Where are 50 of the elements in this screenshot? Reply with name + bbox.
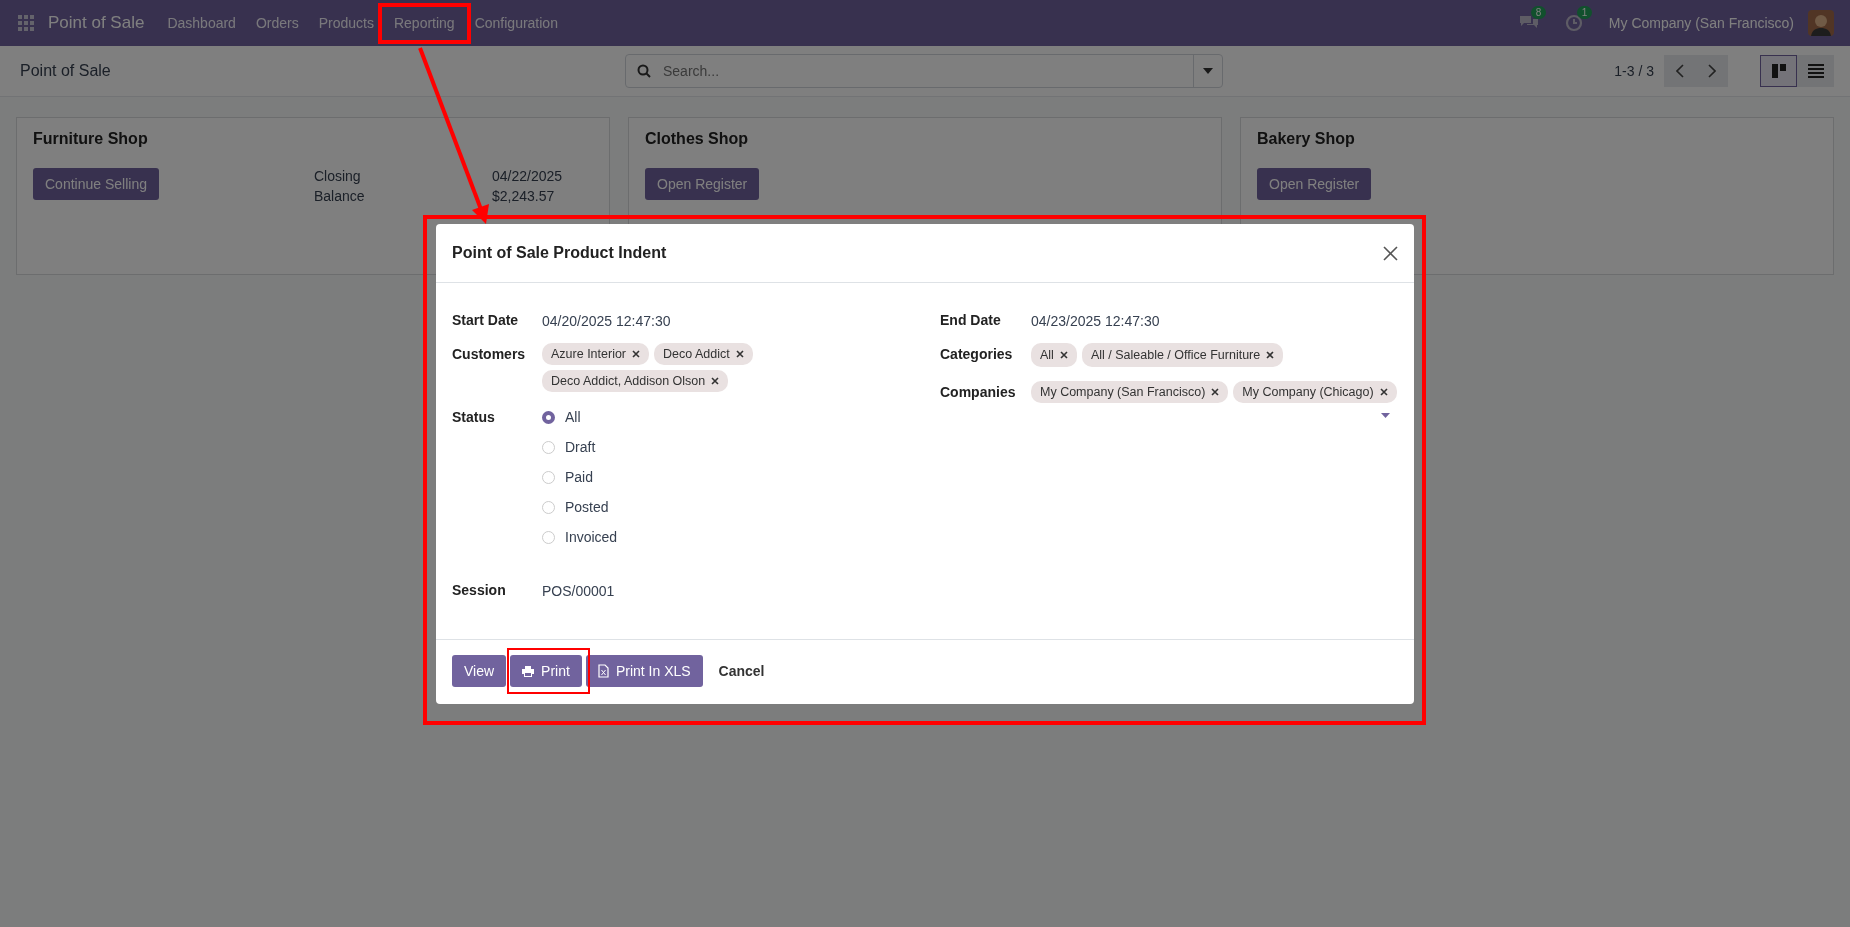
end-date-field[interactable]: 04/23/2025 12:47:30: [1031, 309, 1160, 329]
menu-item[interactable]: Reporting: [383, 15, 465, 31]
message-count-badge: 8: [1530, 6, 1547, 19]
shop-name: Bakery Shop: [1257, 130, 1356, 148]
shop-name: Furniture Shop: [33, 130, 149, 148]
menu-item[interactable]: Dashboard: [157, 15, 246, 31]
search-input[interactable]: Search...: [661, 62, 1193, 80]
category-tag: All / Saleable / Office Furniture: [1081, 343, 1284, 367]
radio-label: Paid: [565, 469, 594, 485]
shop-name: Clothes Shop: [645, 130, 750, 148]
pager-value: 1-3 / 3: [1614, 63, 1654, 79]
customer-tag: Azure Interior: [542, 343, 650, 365]
detail-value: 04/22/2025: [491, 168, 563, 184]
menu-item[interactable]: Orders: [245, 15, 309, 31]
print-button[interactable]: Print: [510, 655, 582, 687]
field-label: Customers: [452, 345, 527, 362]
field-label: Session: [452, 581, 507, 598]
company-switcher[interactable]: My Company (San Francisco): [1608, 15, 1794, 31]
breadcrumb-title: Point of Sale: [20, 62, 112, 80]
search-field[interactable]: Search...: [625, 54, 1223, 88]
radio-label: All: [565, 409, 581, 425]
dialog-title: Point of Sale Product Indent: [452, 244, 667, 262]
detail-value: $2,243.57: [491, 188, 555, 204]
field-label: Categories: [940, 345, 1014, 362]
field-label: Companies: [940, 383, 1017, 400]
view-button[interactable]: View: [452, 655, 507, 687]
activity-count-badge: 1: [1576, 6, 1593, 19]
start-date-field[interactable]: 04/20/2025 12:47:30: [542, 309, 671, 329]
app-title[interactable]: Point of Sale: [48, 13, 145, 33]
company-tag: My Company (Chicago): [1233, 381, 1397, 403]
customer-tag: Deco Addict: [654, 343, 753, 365]
shop-action-button[interactable]: Open Register: [645, 168, 760, 200]
radio-label: Posted: [565, 499, 609, 515]
field-label: Status: [452, 408, 496, 425]
field-label: End Date: [940, 311, 1002, 328]
session-field[interactable]: POS/00001: [542, 579, 615, 599]
menu-item[interactable]: Products: [308, 15, 384, 31]
field-label: Start Date: [452, 311, 520, 328]
company-tag: My Company (San Francisco): [1031, 381, 1229, 403]
shop-action-button[interactable]: Open Register: [1257, 168, 1372, 200]
menu-item[interactable]: Configuration: [464, 15, 568, 31]
category-tag: All: [1031, 343, 1077, 367]
radio-label: Invoiced: [565, 529, 618, 545]
print-xls-button[interactable]: Print In XLS: [585, 655, 703, 687]
customer-tag: Deco Addict, Addison Olson: [542, 370, 729, 392]
detail-label: Balance: [313, 188, 366, 204]
shop-action-button[interactable]: Continue Selling: [33, 168, 159, 200]
radio-label: Draft: [565, 439, 596, 455]
detail-label: Closing: [313, 168, 362, 184]
cancel-button[interactable]: Cancel: [706, 655, 777, 687]
